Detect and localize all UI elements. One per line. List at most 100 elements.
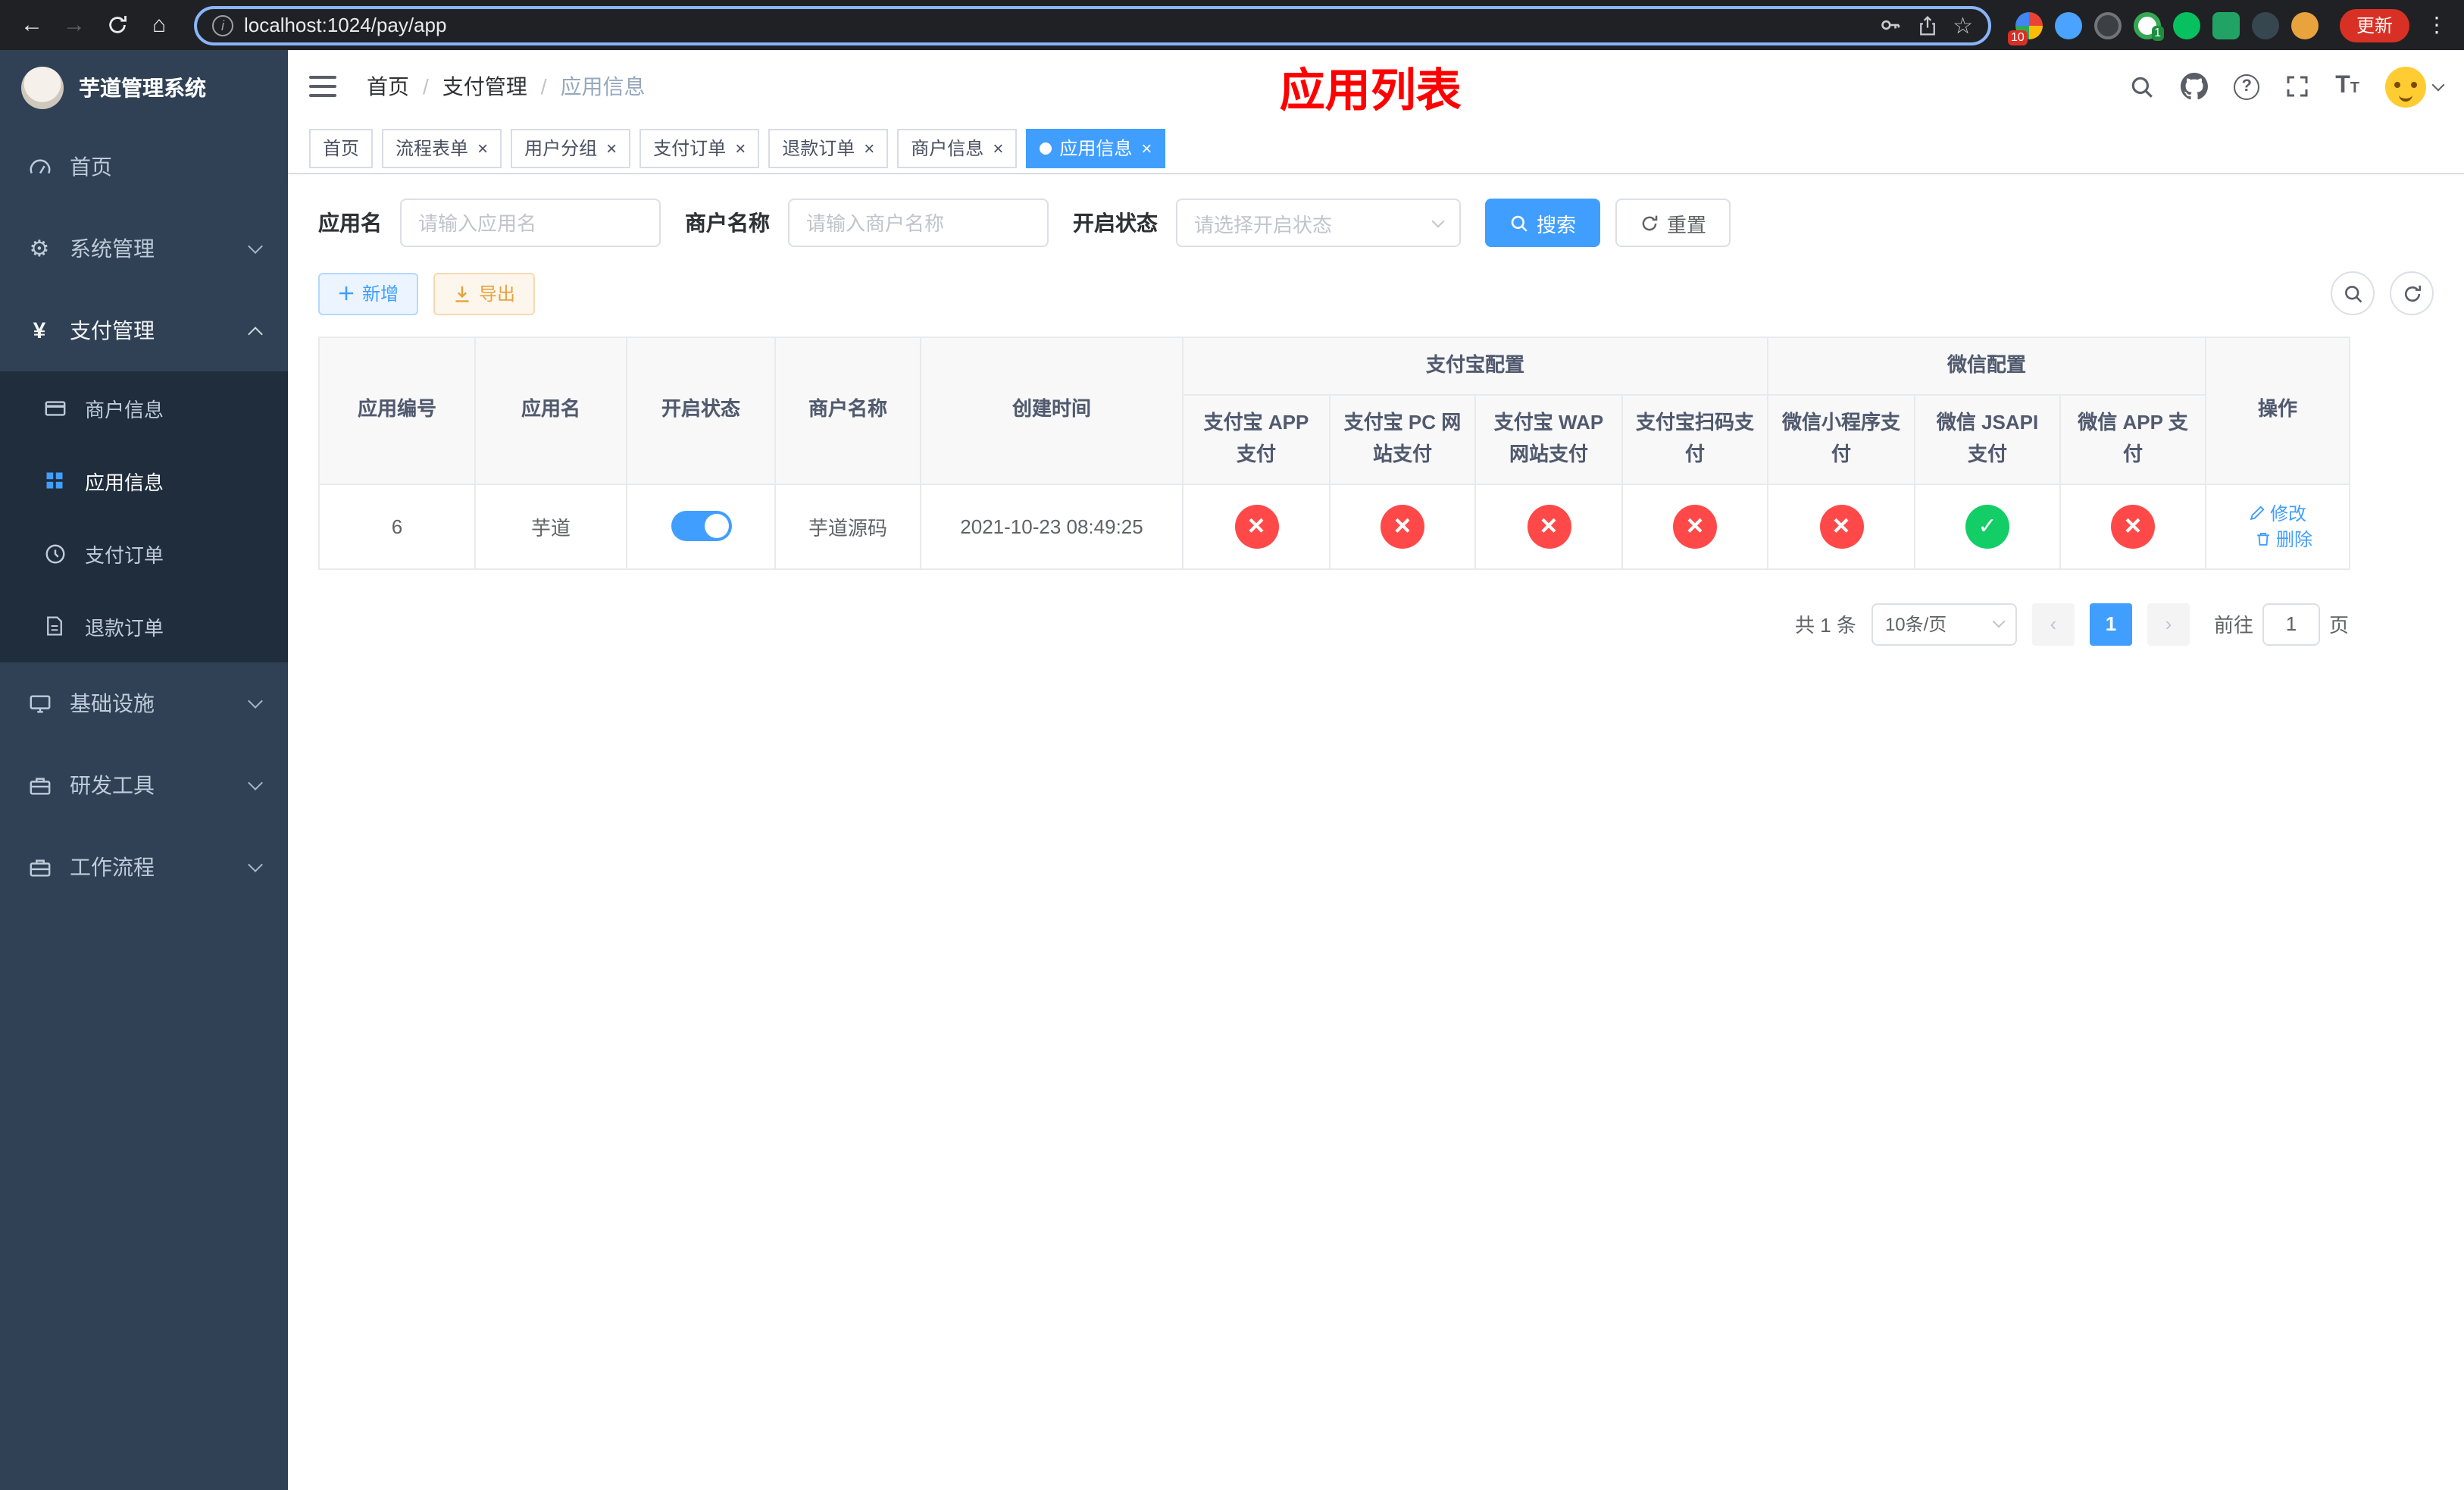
browser-menu-kebab-icon[interactable]: ⋮ (2422, 12, 2452, 38)
close-icon[interactable]: × (477, 137, 488, 158)
password-key-icon[interactable] (1878, 14, 1901, 36)
extension-dark-icon[interactable] (2093, 11, 2122, 39)
page-size-select[interactable]: 10条/页 (1871, 603, 2017, 646)
col-alipay-wap: 支付宝 WAP 网站支付 (1474, 394, 1623, 485)
tab-app-info[interactable]: 应用信息 × (1026, 128, 1166, 167)
tab-label: 商户信息 (911, 138, 984, 159)
app-title: 芋道管理系统 (79, 76, 206, 100)
tab-pay-order[interactable]: 支付订单 × (639, 128, 760, 167)
sidebar-item-app-info[interactable]: 应用信息 (0, 444, 288, 517)
reset-button[interactable]: 重置 (1615, 199, 1731, 247)
prev-page-button[interactable]: ‹ (2031, 603, 2075, 646)
breadcrumb-home[interactable]: 首页 (367, 71, 409, 102)
cell-app-name: 芋道 (474, 483, 627, 570)
sidebar-item-pay-order[interactable]: 支付订单 (0, 517, 288, 590)
app-logo[interactable]: 芋道管理系统 (0, 50, 288, 126)
close-icon[interactable]: × (735, 137, 746, 158)
tab-home[interactable]: 首页 (309, 128, 374, 167)
sidebar-item-system[interactable]: ⚙ 系统管理 (0, 208, 288, 290)
sidebar-item-merchant-info[interactable]: 商户信息 (0, 371, 288, 444)
home-icon[interactable]: ⌂ (139, 5, 179, 45)
sidebar-item-infra[interactable]: 基础设施 (0, 662, 288, 744)
col-group-wechat: 微信配置 (1767, 337, 2207, 396)
sidebar-item-dev-tools[interactable]: 研发工具 (0, 744, 288, 826)
refresh-button[interactable] (2390, 271, 2434, 315)
close-icon[interactable]: × (864, 137, 874, 158)
reload-icon[interactable] (97, 5, 136, 45)
bookmark-star-icon[interactable]: ☆ (1953, 11, 1973, 39)
search-button[interactable]: 搜索 (1485, 199, 1601, 247)
tab-user-group[interactable]: 用户分组 × (511, 128, 631, 167)
font-size-icon[interactable]: TT (2335, 73, 2359, 100)
tags-view-bar: 首页 流程表单 × 用户分组 × 支付订单 × 退款订单 × 商户信息 × 应用… (288, 123, 2464, 174)
extension-drop-icon[interactable] (2054, 11, 2082, 39)
extension-colorful-icon[interactable]: 10 (2007, 11, 2043, 45)
close-icon[interactable]: × (1141, 137, 1152, 158)
extension-green-square-icon[interactable] (2212, 11, 2240, 39)
cell-wx-jsapi (1914, 483, 2062, 570)
help-icon[interactable]: ? (2234, 74, 2260, 99)
payment-submenu: 商户信息 应用信息 支付订单 退款订单 (0, 371, 288, 662)
extension-pin-icon[interactable] (2251, 11, 2279, 39)
col-wx-jsapi: 微信 JSAPI 支付 (1914, 394, 2062, 485)
site-info-icon[interactable]: i (212, 14, 233, 36)
profile-avatar[interactable] (2290, 11, 2319, 39)
extensions-area: 10 1 (2006, 11, 2328, 45)
col-actions: 操作 (2205, 337, 2351, 485)
search-button-label: 搜索 (1537, 213, 1577, 236)
cell-created: 2021-10-23 08:49:25 (920, 483, 1184, 570)
goto-page-input[interactable] (2262, 603, 2320, 646)
delete-link[interactable]: 删除 (2255, 526, 2312, 552)
export-button[interactable]: 导出 (433, 272, 536, 315)
col-alipay-app: 支付宝 APP 支付 (1182, 394, 1330, 485)
sidebar-item-payment[interactable]: ¥ 支付管理 (0, 290, 288, 371)
sidebar-item-workflow[interactable]: 工作流程 (0, 826, 288, 908)
merchant-name-input[interactable] (788, 199, 1049, 247)
search-form: 应用名 商户名称 开启状态 请选择开启状态 (318, 199, 2434, 247)
extension-wechat-icon[interactable] (2172, 11, 2200, 39)
sidebar-item-label: 研发工具 (70, 773, 155, 797)
tab-process-form[interactable]: 流程表单 × (382, 128, 502, 167)
toggle-search-button[interactable] (2331, 271, 2375, 315)
share-icon[interactable] (1916, 14, 1937, 36)
tab-label: 首页 (323, 138, 360, 159)
extension-ring-icon[interactable]: 1 (2133, 11, 2164, 40)
next-page-button[interactable]: › (2147, 603, 2190, 646)
breadcrumb-payment[interactable]: 支付管理 (442, 71, 527, 102)
address-bar[interactable]: i localhost:1024/pay/app ☆ (194, 5, 1991, 45)
tab-label: 退款订单 (782, 138, 855, 159)
chevron-down-icon (2431, 77, 2445, 91)
sidebar-item-label: 基础设施 (70, 691, 155, 715)
collapse-sidebar-icon[interactable] (309, 70, 342, 103)
app-name-input[interactable] (400, 199, 661, 247)
tab-merchant-info[interactable]: 商户信息 × (897, 128, 1018, 167)
add-button[interactable]: 新增 (318, 272, 419, 315)
back-icon[interactable]: ← (12, 5, 52, 45)
page-number-1[interactable]: 1 (2089, 603, 2132, 646)
sidebar-item-home[interactable]: 首页 (0, 126, 288, 208)
sidebar-item-label: 商户信息 (85, 398, 164, 421)
extension-badge-green: 1 (2151, 25, 2164, 40)
close-icon[interactable]: × (993, 137, 1003, 158)
user-avatar[interactable] (2385, 66, 2445, 107)
status-toggle[interactable] (671, 511, 731, 542)
delete-link-label: 删除 (2276, 529, 2313, 551)
sidebar: 芋道管理系统 首页 ⚙ 系统管理 ¥ 支付管理 商户信息 应用信息 支付订单 退… (0, 50, 288, 1490)
chevron-down-icon (248, 238, 263, 253)
tab-refund-order[interactable]: 退款订单 × (768, 128, 889, 167)
toolbox-icon (27, 774, 52, 797)
edit-link[interactable]: 修改 (2249, 500, 2306, 526)
update-button[interactable]: 更新 (2339, 8, 2409, 42)
workflow-icon (27, 856, 52, 878)
fullscreen-icon[interactable] (2285, 74, 2309, 99)
close-icon[interactable]: × (606, 137, 617, 158)
col-group-alipay: 支付宝配置 (1181, 337, 1769, 396)
col-wx-app: 微信 APP 支付 (2059, 394, 2207, 485)
search-icon[interactable] (2129, 74, 2155, 99)
chevron-down-icon (1992, 615, 2006, 628)
github-icon[interactable] (2181, 73, 2209, 100)
forward-icon[interactable]: → (55, 5, 94, 45)
sidebar-item-refund-order[interactable]: 退款订单 (0, 590, 288, 662)
tab-label: 支付订单 (653, 138, 727, 159)
status-select[interactable]: 请选择开启状态 (1176, 199, 1461, 247)
